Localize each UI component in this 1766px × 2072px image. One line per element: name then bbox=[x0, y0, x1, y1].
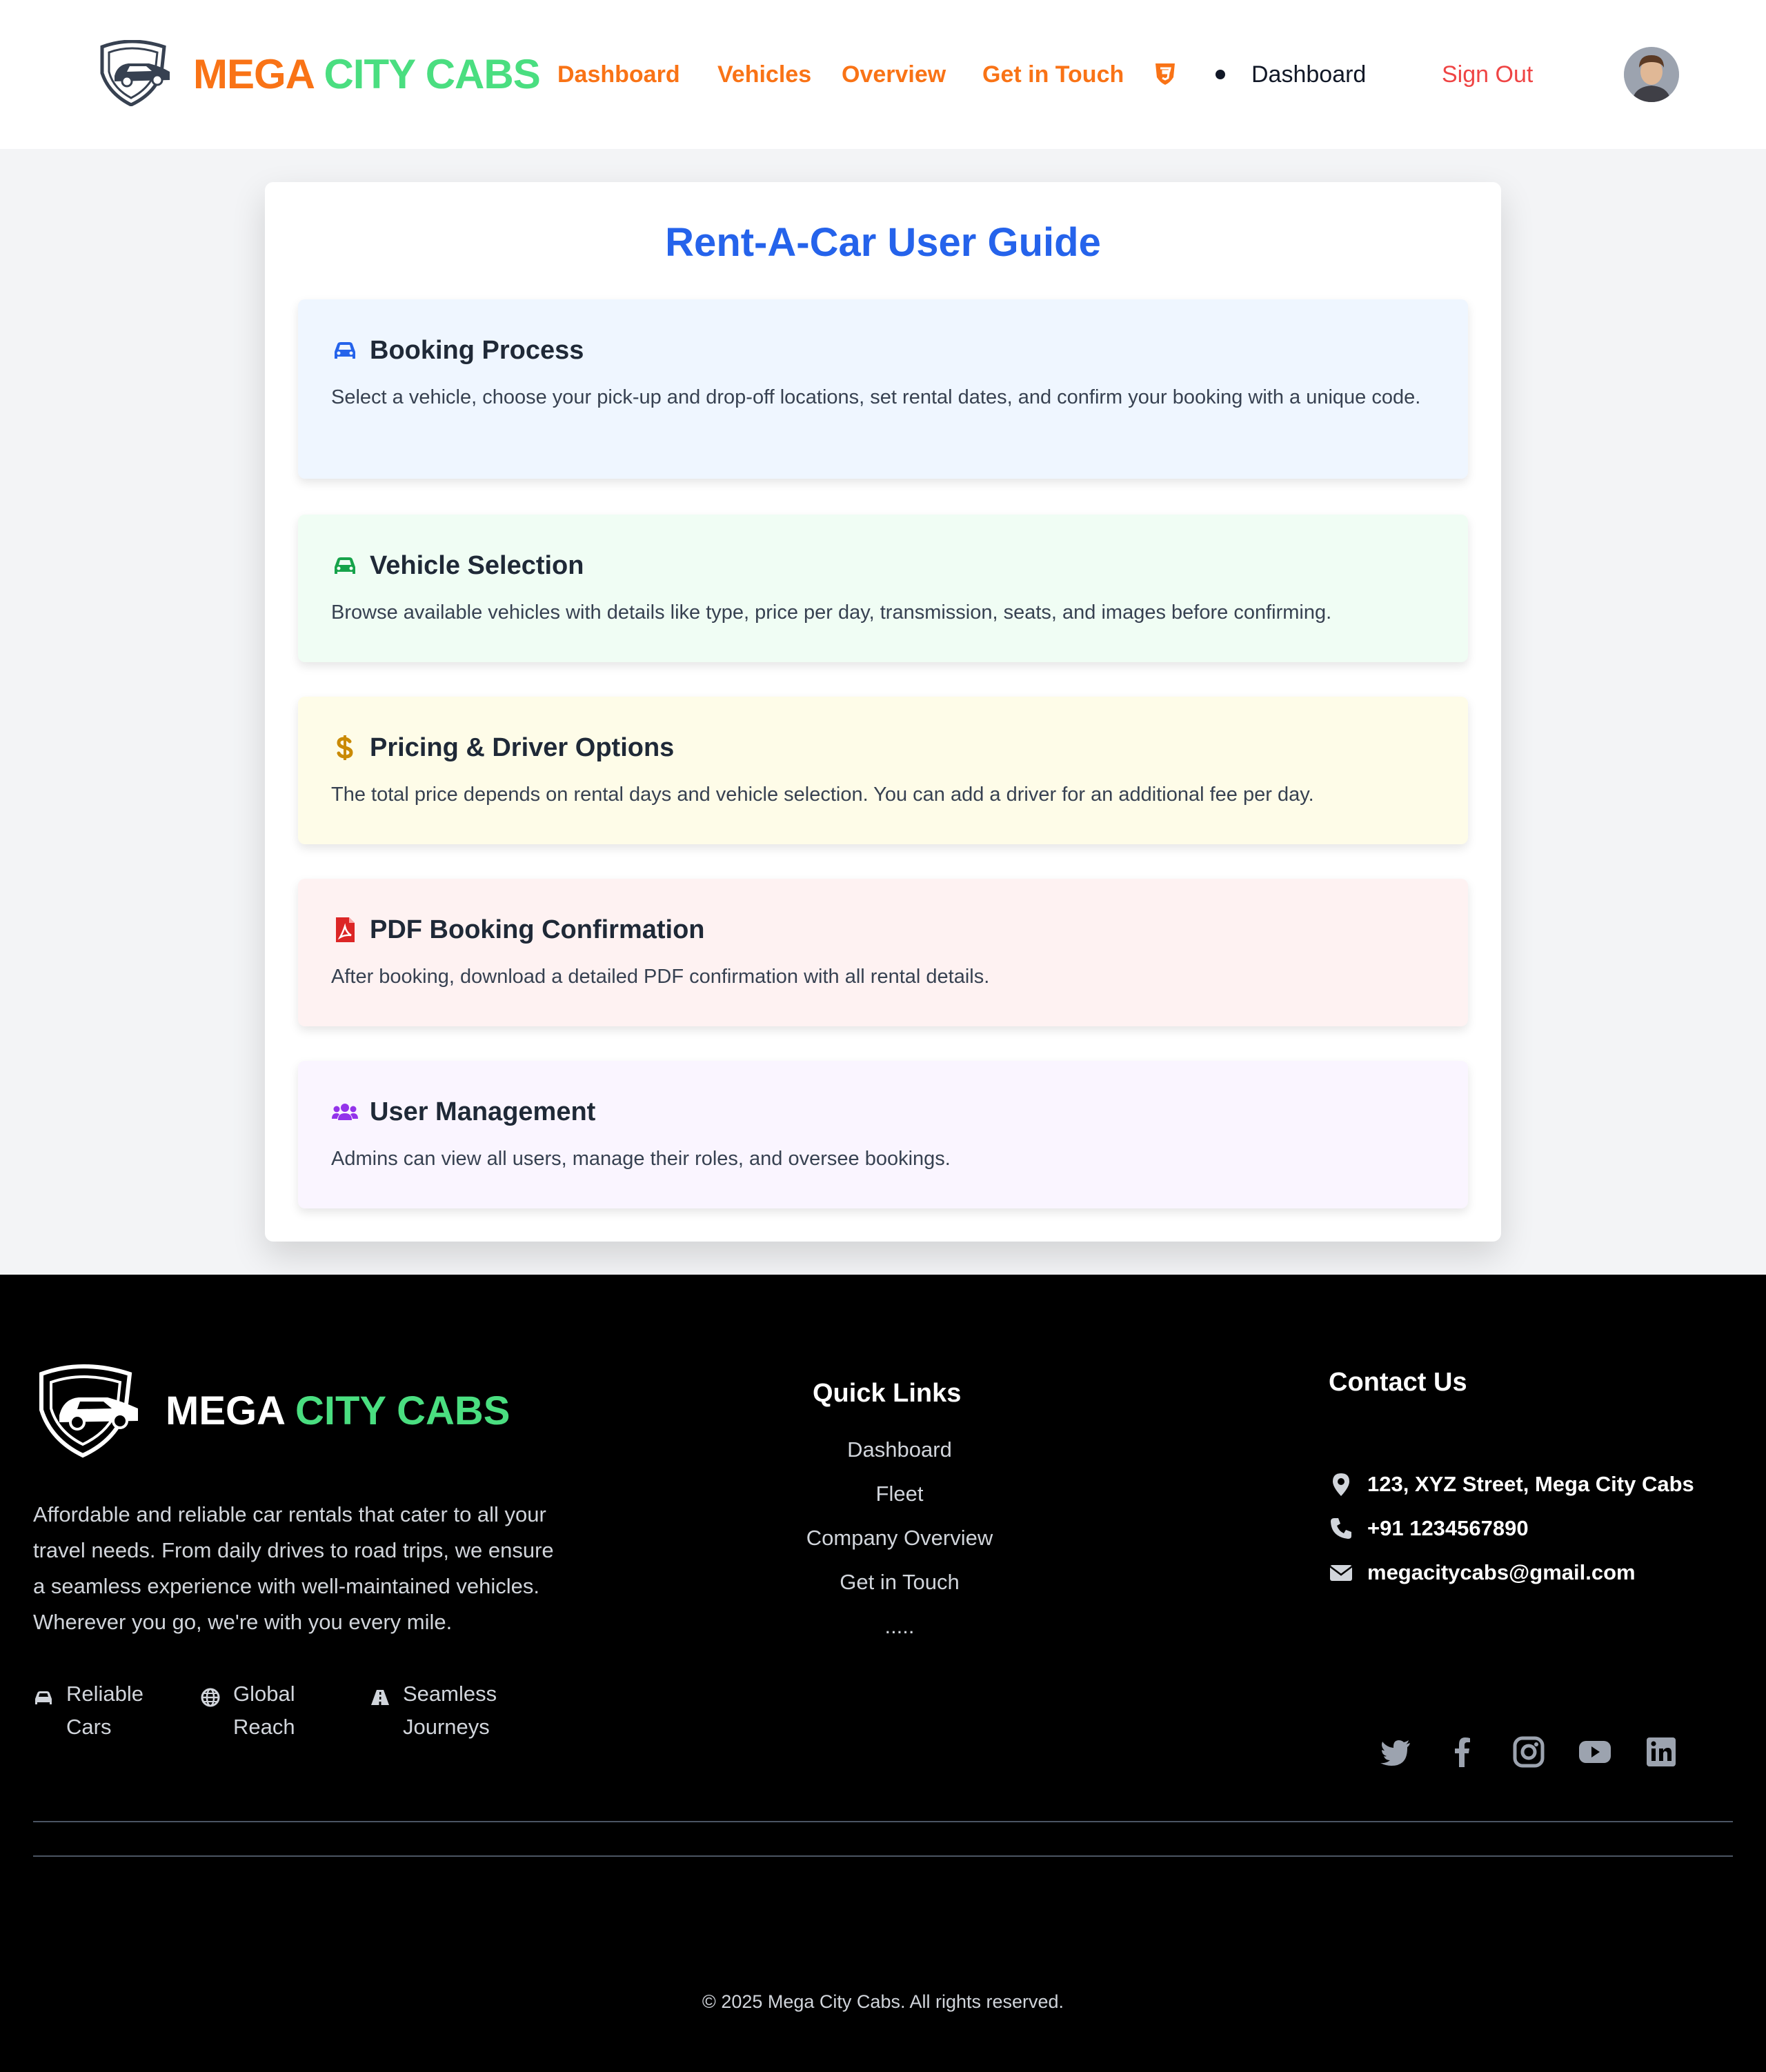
contact-phone-text: +91 1234567890 bbox=[1367, 1516, 1529, 1540]
copyright-text: © 2025 Mega City Cabs. All rights reserv… bbox=[702, 1991, 1064, 2012]
brand-name-part2: CITY CABS bbox=[324, 51, 540, 97]
linkedin-icon[interactable] bbox=[1643, 1734, 1679, 1770]
bullet-dot bbox=[1216, 70, 1225, 79]
section-description: Admins can view all users, manage their … bbox=[331, 1148, 951, 1170]
nav-overview[interactable]: Overview bbox=[842, 58, 946, 91]
shield-car-logo-icon[interactable] bbox=[97, 40, 172, 106]
footer-divider bbox=[33, 1821, 1733, 1822]
footer-brand-part1: MEGA bbox=[166, 1388, 295, 1433]
car-icon bbox=[35, 1691, 52, 1704]
section-description: Browse available vehicles with details l… bbox=[331, 601, 1332, 624]
footer-link-get-in-touch[interactable]: Get in Touch bbox=[762, 1567, 1038, 1597]
footer-link-more[interactable]: ..... bbox=[762, 1611, 1038, 1642]
globe-icon bbox=[201, 1688, 220, 1707]
instagram-icon[interactable] bbox=[1511, 1734, 1547, 1770]
road-icon bbox=[371, 1690, 389, 1705]
section-booking-process: Booking Process Select a vehicle, choose… bbox=[298, 299, 1468, 479]
footer-about-text: Affordable and reliable car rentals that… bbox=[33, 1502, 554, 1634]
footer-brand-name: MEGA CITY CABS bbox=[166, 1385, 510, 1437]
pdf-icon bbox=[336, 917, 355, 942]
brand-name-part1: MEGA bbox=[193, 51, 324, 97]
shield-car-logo-icon bbox=[39, 1364, 138, 1458]
quick-links-title: Quick Links bbox=[813, 1379, 962, 1408]
youtube-icon[interactable] bbox=[1577, 1734, 1613, 1770]
nav-vehicles[interactable]: Vehicles bbox=[717, 58, 811, 91]
twitter-icon[interactable] bbox=[1378, 1734, 1414, 1770]
section-title: Booking Process bbox=[370, 336, 584, 365]
footer-link-dashboard[interactable]: Dashboard bbox=[762, 1435, 1038, 1465]
feature-label: Seamless Journeys bbox=[403, 1682, 497, 1739]
feature-label: Reliable Cars bbox=[66, 1682, 144, 1739]
section-description: After booking, download a detailed PDF c… bbox=[331, 966, 990, 988]
current-page-label: Dashboard bbox=[1251, 61, 1367, 88]
user-avatar[interactable] bbox=[1624, 47, 1679, 102]
section-pricing-driver-options: Pricing & Driver Options The total price… bbox=[298, 697, 1468, 844]
phone-icon bbox=[1331, 1518, 1351, 1539]
users-icon bbox=[332, 1104, 358, 1120]
avatar-portrait-icon bbox=[1624, 47, 1679, 102]
section-vehicle-selection: Vehicle Selection Browse available vehic… bbox=[298, 515, 1468, 662]
contact-us-title: Contact Us bbox=[1329, 1368, 1467, 1397]
section-description: The total price depends on rental days a… bbox=[331, 784, 1314, 806]
site-footer: MEGA CITY CABS Affordable and reliable c… bbox=[0, 1275, 1766, 2072]
dollar-icon bbox=[337, 735, 353, 760]
sign-out-button[interactable]: Sign Out bbox=[1442, 58, 1533, 91]
facebook-icon[interactable] bbox=[1445, 1734, 1480, 1770]
contact-email-text: megacitycabs@gmail.com bbox=[1367, 1560, 1636, 1584]
section-title: User Management bbox=[370, 1097, 596, 1126]
car-icon bbox=[335, 557, 355, 574]
feature-label: Global Reach bbox=[233, 1682, 295, 1739]
section-description: Select a vehicle, choose your pick-up an… bbox=[331, 386, 1421, 408]
section-user-management: User Management Admins can view all user… bbox=[298, 1061, 1468, 1208]
footer-divider bbox=[33, 1855, 1733, 1857]
section-pdf-booking-confirmation: PDF Booking Confirmation After booking, … bbox=[298, 879, 1468, 1026]
page-title: Rent-A-Car User Guide bbox=[665, 220, 1101, 265]
user-guide-card: Rent-A-Car User Guide Booking Process Se… bbox=[265, 182, 1501, 1242]
footer-link-company-overview[interactable]: Company Overview bbox=[762, 1523, 1038, 1553]
shield-icon[interactable] bbox=[1155, 62, 1175, 86]
contact-address-text: 123, XYZ Street, Mega City Cabs bbox=[1367, 1472, 1694, 1496]
section-title: Vehicle Selection bbox=[370, 551, 584, 580]
footer-link-fleet[interactable]: Fleet bbox=[762, 1479, 1038, 1509]
top-navbar: MEGA CITY CABS Dashboard Vehicles Overvi… bbox=[0, 0, 1766, 149]
section-title: Pricing & Driver Options bbox=[370, 733, 675, 762]
nav-get-in-touch[interactable]: Get in Touch bbox=[982, 58, 1124, 91]
brand-name[interactable]: MEGA CITY CABS bbox=[193, 48, 541, 101]
nav-dashboard[interactable]: Dashboard bbox=[557, 58, 680, 91]
envelope-icon bbox=[1329, 1565, 1353, 1581]
footer-brand-part2: CITY CABS bbox=[295, 1388, 510, 1433]
section-title: PDF Booking Confirmation bbox=[370, 915, 705, 944]
car-icon bbox=[335, 342, 355, 359]
location-pin-icon bbox=[1333, 1473, 1349, 1496]
